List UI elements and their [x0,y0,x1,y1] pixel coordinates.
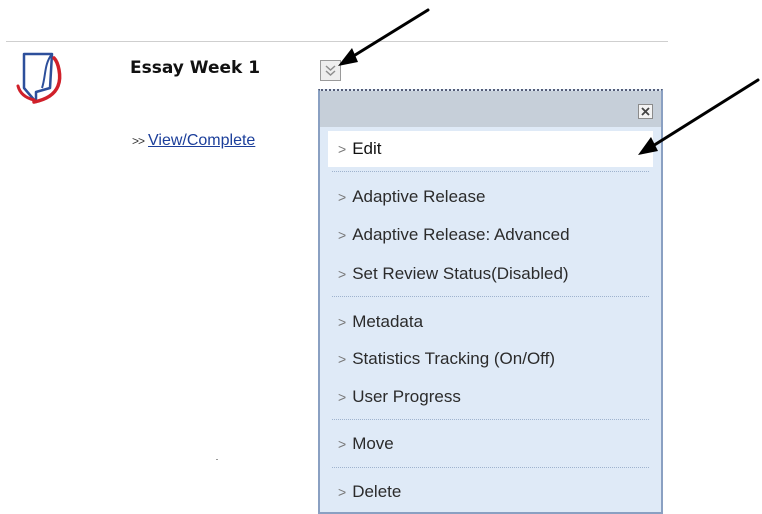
arrow-icon [338,8,760,155]
